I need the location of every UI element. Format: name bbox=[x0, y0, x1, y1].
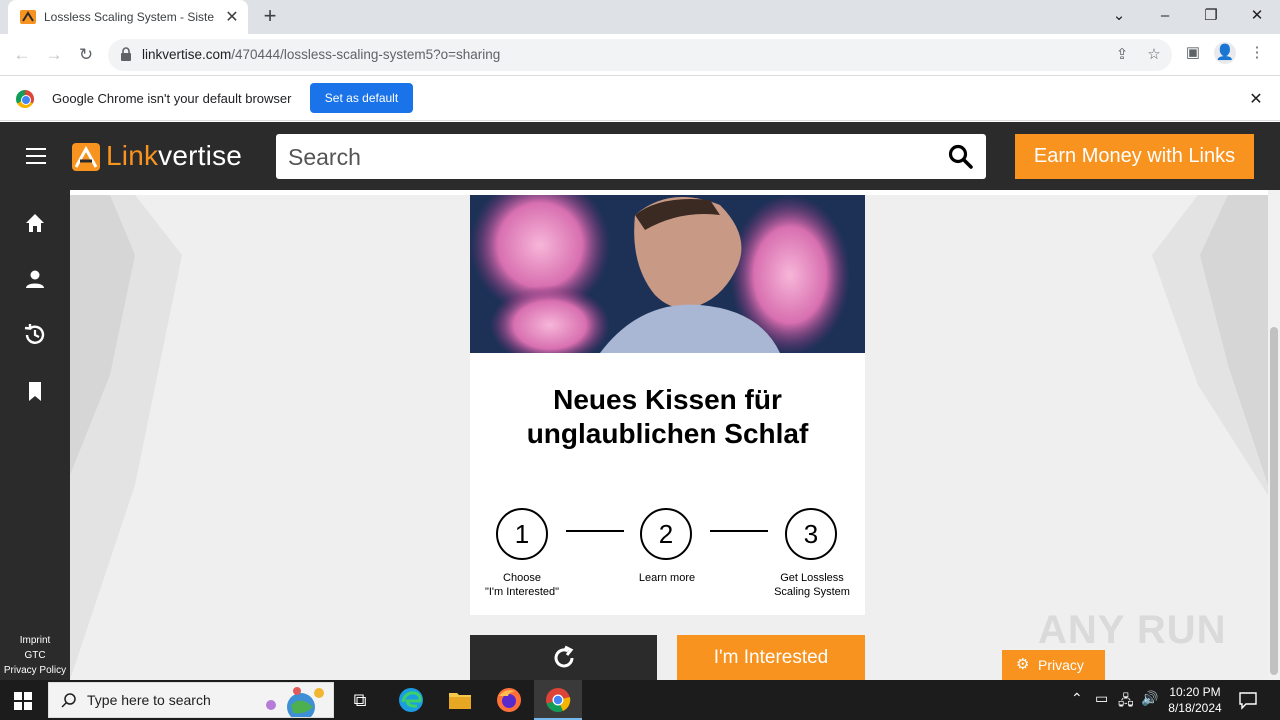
menu-kebab-icon[interactable]: ⋮ bbox=[1246, 42, 1268, 64]
forward-icon[interactable]: → bbox=[41, 42, 67, 68]
step-2-label-line1: Learn more bbox=[638, 572, 696, 584]
restore-icon[interactable]: ❐ bbox=[1188, 4, 1234, 28]
step-connector bbox=[566, 530, 624, 532]
infobar-message: Google Chrome isn't your default browser bbox=[52, 91, 292, 106]
history-icon[interactable] bbox=[22, 322, 48, 348]
search-icon[interactable] bbox=[948, 144, 974, 170]
bookmark-star-icon[interactable]: ☆ bbox=[1143, 44, 1165, 66]
lock-icon[interactable] bbox=[120, 47, 132, 61]
site-logo-text[interactable]: Linkvertise bbox=[106, 140, 242, 172]
clock-date: 8/18/2024 bbox=[1168, 701, 1222, 715]
file-explorer-icon[interactable] bbox=[446, 686, 474, 714]
reload-icon[interactable]: ↻ bbox=[73, 42, 99, 68]
tab-strip: Lossless Scaling System - Sistem ✕ + ⌄ –… bbox=[0, 0, 1280, 34]
refresh-icon bbox=[554, 645, 574, 668]
step-3-label-line2: Scaling System bbox=[774, 586, 850, 598]
step-connector bbox=[710, 530, 768, 532]
anyrun-watermark: ANY RUN bbox=[1038, 608, 1227, 652]
gear-icon: ⚙ bbox=[1016, 656, 1030, 673]
hamburger-menu-icon[interactable] bbox=[26, 148, 46, 164]
taskbar-search-input[interactable]: Type here to search bbox=[48, 682, 334, 718]
browser-toolbar: ← → ↻ linkvertise.com/470444/lossless-sc… bbox=[0, 34, 1280, 76]
edge-icon[interactable] bbox=[397, 686, 425, 714]
chrome-taskbar-button[interactable] bbox=[534, 680, 582, 720]
ad-title: Neues Kissen für unglaublichen Schlaf bbox=[470, 383, 865, 451]
firefox-icon[interactable] bbox=[495, 686, 523, 714]
infobar-close-icon[interactable]: ✕ bbox=[1246, 89, 1266, 109]
windows-start-icon[interactable] bbox=[14, 692, 32, 710]
set-default-button[interactable]: Set as default bbox=[310, 83, 413, 113]
user-icon[interactable] bbox=[22, 266, 48, 292]
chrome-logo-icon bbox=[16, 90, 34, 108]
tab-close-icon[interactable]: ✕ bbox=[222, 7, 242, 27]
linkvertise-logo-icon[interactable] bbox=[70, 141, 102, 173]
volume-icon[interactable]: 🔊 bbox=[1141, 690, 1158, 707]
search-placeholder: Search bbox=[288, 144, 361, 170]
taskbar-clock[interactable]: 10:20 PM 8/18/2024 bbox=[1160, 684, 1230, 716]
step-2-circle: 2 bbox=[640, 508, 692, 560]
privacy-policy-link[interactable]: Privacy Policy bbox=[0, 665, 70, 676]
network-icon[interactable]: 🖧 bbox=[1118, 690, 1134, 714]
step-3-label: Get Lossless Scaling System bbox=[757, 571, 867, 599]
address-bar[interactable]: linkvertise.com/470444/lossless-scaling-… bbox=[108, 39, 1172, 71]
taskbar-search-icon bbox=[61, 693, 76, 708]
chrome-icon bbox=[546, 688, 571, 712]
sidebar: Imprint GTC Privacy Policy bbox=[0, 190, 70, 680]
ad-title-line1: Neues Kissen für bbox=[553, 384, 782, 415]
profile-avatar-icon[interactable]: 👤 bbox=[1214, 42, 1236, 64]
privacy-label: Privacy bbox=[1038, 657, 1084, 673]
url-domain: linkvertise.com bbox=[142, 47, 232, 62]
page-scrollbar[interactable] bbox=[1268, 190, 1280, 680]
home-icon[interactable] bbox=[22, 210, 48, 236]
tab-search-icon[interactable]: ⌄ bbox=[1096, 4, 1142, 28]
search-input[interactable]: Search bbox=[276, 134, 986, 179]
url-text: linkvertise.com/470444/lossless-scaling-… bbox=[142, 47, 500, 62]
windows-taskbar: Type here to search ⧉ ⌃ ▭ 🖧 🔊 10:20 PM 8… bbox=[0, 680, 1280, 720]
default-browser-infobar: Google Chrome isn't your default browser… bbox=[0, 77, 1280, 121]
step-1-circle: 1 bbox=[496, 508, 548, 560]
main-content: Neues Kissen für unglaublichen Schlaf 1 … bbox=[70, 195, 1268, 680]
refresh-ad-button[interactable] bbox=[470, 635, 657, 680]
taskbar-search-placeholder: Type here to search bbox=[87, 692, 211, 708]
notification-icon[interactable] bbox=[1238, 690, 1258, 710]
ad-title-line2: unglaublichen Schlaf bbox=[526, 418, 809, 449]
step-1-label: Choose "I'm Interested" bbox=[467, 571, 577, 599]
privacy-button[interactable]: ⚙ Privacy bbox=[1002, 650, 1105, 680]
linkvertise-favicon-icon bbox=[20, 10, 36, 24]
clock-time: 10:20 PM bbox=[1169, 685, 1221, 699]
left-decoration bbox=[70, 195, 182, 680]
share-icon[interactable]: ⇪ bbox=[1111, 44, 1133, 66]
step-3-circle: 3 bbox=[785, 508, 837, 560]
logo-vertise-part: vertise bbox=[158, 140, 243, 171]
task-view-icon[interactable]: ⧉ bbox=[346, 686, 374, 714]
url-path: /470444/lossless-scaling-system5?o=shari… bbox=[231, 47, 501, 62]
scrollbar-thumb[interactable] bbox=[1270, 327, 1278, 675]
imprint-link[interactable]: Imprint bbox=[0, 635, 70, 646]
step-1-label-line2: "I'm Interested" bbox=[484, 586, 560, 598]
ad-image[interactable] bbox=[470, 195, 865, 353]
step-1-label-line1: Choose bbox=[503, 572, 541, 584]
close-window-icon[interactable]: ✕ bbox=[1234, 4, 1280, 28]
tab-title: Lossless Scaling System - Sistem bbox=[44, 10, 214, 24]
back-icon[interactable]: ← bbox=[9, 42, 35, 68]
tray-chevron-icon[interactable]: ⌃ bbox=[1071, 690, 1083, 707]
logo-link-part: Link bbox=[106, 140, 159, 171]
search-highlight-icon bbox=[266, 687, 324, 717]
tray-device-icon[interactable]: ▭ bbox=[1095, 690, 1108, 707]
step-2-label: Learn more bbox=[612, 571, 722, 585]
bookmark-icon[interactable] bbox=[22, 378, 48, 404]
new-tab-icon[interactable]: + bbox=[258, 3, 282, 29]
im-interested-button[interactable]: I'm Interested bbox=[677, 635, 865, 680]
minimize-icon[interactable]: – bbox=[1142, 4, 1188, 28]
browser-tab[interactable]: Lossless Scaling System - Sistem ✕ bbox=[8, 0, 248, 34]
site-header: Linkvertise Search Earn Money with Links bbox=[0, 122, 1280, 190]
gtc-link[interactable]: GTC bbox=[0, 650, 70, 661]
earn-money-button[interactable]: Earn Money with Links bbox=[1015, 134, 1254, 179]
side-panel-icon[interactable]: ▣ bbox=[1182, 42, 1204, 64]
ad-card: Neues Kissen für unglaublichen Schlaf 1 … bbox=[470, 195, 865, 615]
step-3-label-line1: Get Lossless bbox=[780, 572, 844, 584]
